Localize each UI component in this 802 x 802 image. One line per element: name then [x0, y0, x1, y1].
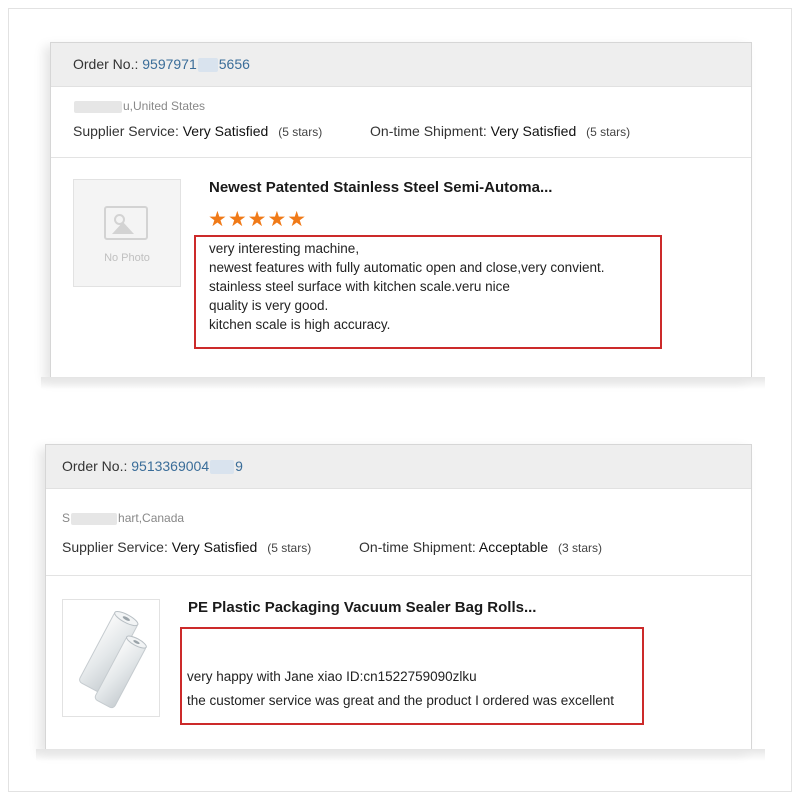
product-title-link[interactable]: PE Plastic Packaging Vacuum Sealer Bag R…: [188, 599, 536, 616]
shipment-label: On-time Shipment:: [370, 123, 487, 139]
buyer-location: Shart,Canada: [62, 511, 185, 525]
supplier-service-value: Very Satisfied: [182, 123, 269, 139]
supplier-service-label: Supplier Service:: [73, 123, 179, 139]
comment-line: the customer service was great and the p…: [187, 693, 614, 708]
comment-line: very interesting machine,: [209, 241, 360, 256]
shipment-value: Very Satisfied: [490, 123, 577, 139]
review-comment: very interesting machine, newest feature…: [209, 239, 604, 334]
order-number-link[interactable]: 9513369004 9: [131, 458, 243, 475]
redacted-blur: [71, 512, 118, 525]
order-header: Order No.: 9513369004 9: [46, 445, 751, 489]
divider: [46, 575, 751, 576]
shipment-value: Acceptable: [478, 539, 549, 555]
comment-line: newest features with fully automatic ope…: [209, 260, 605, 275]
service-ratings: Supplier Service: Very Satisfied (5 star…: [62, 539, 602, 555]
no-photo-label: No Photo: [104, 252, 150, 264]
redacted-blur: [74, 100, 122, 113]
comment-line: quality is very good.: [209, 298, 329, 313]
order-header: Order No.: 9597971 5656: [51, 43, 751, 87]
redacted-blur: [197, 58, 218, 73]
no-photo-icon: [104, 206, 148, 240]
product-thumbnail[interactable]: No Photo: [73, 179, 181, 287]
shipment-stars: (5 stars): [586, 125, 631, 139]
order-label: Order No.:: [62, 458, 128, 474]
vacuum-bag-rolls-image: [79, 611, 147, 709]
comment-line: very happy with Jane xiao ID:cn152275909…: [187, 669, 477, 684]
review-card-2: Order No.: 9513369004 9 Shart,Canada Supp…: [36, 444, 765, 761]
review-comment: very happy with Jane xiao ID:cn152275909…: [187, 665, 614, 713]
review-card-1: Order No.: 9597971 5656 u,United States S…: [41, 42, 765, 389]
star-rating: ★★★★★: [208, 208, 308, 231]
order-label: Order No.:: [73, 56, 139, 72]
supplier-service-value: Very Satisfied: [171, 539, 258, 555]
supplier-service-stars: (5 stars): [267, 541, 312, 555]
supplier-service-stars: (5 stars): [278, 125, 323, 139]
shipment-label: On-time Shipment:: [359, 539, 476, 555]
supplier-service-label: Supplier Service:: [62, 539, 168, 555]
shipment-stars: (3 stars): [558, 541, 603, 555]
comment-line: stainless steel surface with kitchen sca…: [209, 279, 510, 294]
buyer-location: u,United States: [73, 99, 205, 113]
service-ratings: Supplier Service: Very Satisfied (5 star…: [73, 123, 630, 139]
comment-line: kitchen scale is high accuracy.: [209, 317, 391, 332]
redacted-blur: [210, 460, 235, 475]
order-number-link[interactable]: 9597971 5656: [142, 56, 250, 73]
product-thumbnail[interactable]: [62, 599, 160, 717]
divider: [51, 157, 751, 158]
product-title-link[interactable]: Newest Patented Stainless Steel Semi-Aut…: [209, 179, 552, 196]
